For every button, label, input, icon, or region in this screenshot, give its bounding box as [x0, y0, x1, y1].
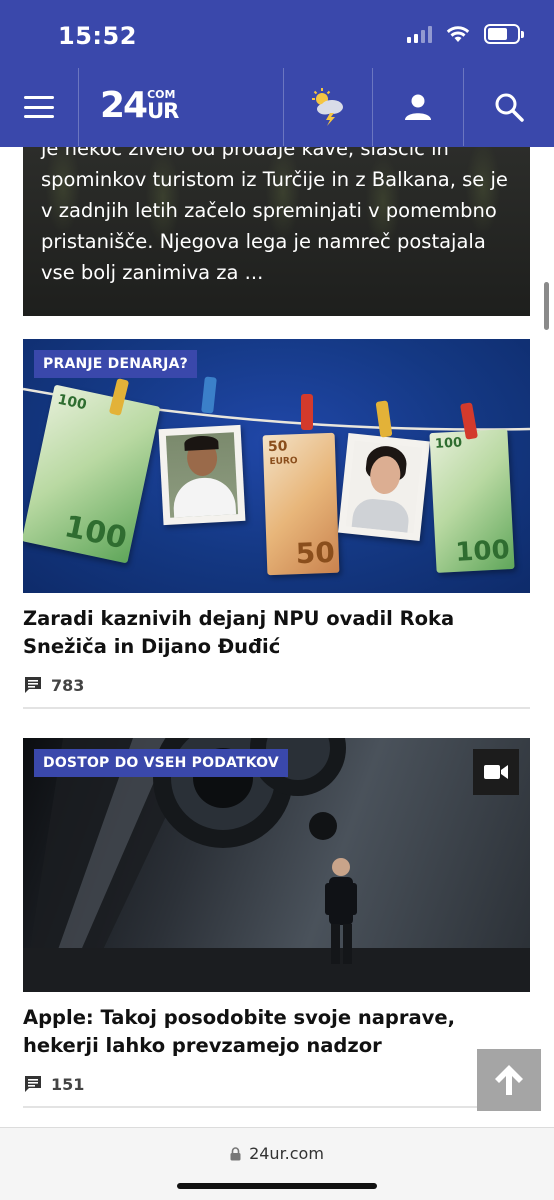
url-text: 24ur.com — [249, 1144, 324, 1163]
comment-count-value: 151 — [51, 1074, 85, 1094]
weather-icon — [312, 88, 343, 126]
article-title[interactable]: Apple: Takoj posodobite svoje naprave, h… — [23, 1004, 530, 1060]
status-time: 15:52 — [58, 22, 137, 50]
search-icon — [495, 93, 524, 122]
arrow-up-icon — [495, 1065, 523, 1095]
hero-article-snippet[interactable]: je nekoč živelo od prodaje kave, slaščic… — [23, 147, 530, 316]
battery-icon — [484, 24, 524, 44]
clothespin — [301, 394, 313, 430]
logo-ur: UR — [147, 99, 179, 123]
main-nav: 24 COM UR — [0, 68, 554, 146]
article-divider — [23, 707, 530, 709]
lock-icon — [230, 1146, 241, 1160]
video-camera-icon — [484, 765, 508, 779]
search-button[interactable] — [464, 68, 554, 146]
address-bar[interactable]: 24ur.com — [0, 1144, 554, 1163]
back-to-top-button[interactable] — [477, 1049, 541, 1111]
browser-bottom-bar: 24ur.com — [0, 1127, 554, 1200]
banknote-50: 50 EURO 50 — [262, 432, 340, 576]
article-title[interactable]: Zaradi kaznivih dejanj NPU ovadil Roka S… — [23, 605, 530, 661]
photo-woman — [337, 432, 431, 542]
banknote-100: 100 100 — [429, 429, 515, 573]
top-bar: 15:52 24 COM UR — [0, 0, 554, 147]
comment-icon — [25, 677, 41, 693]
weather-button[interactable] — [284, 68, 372, 146]
comment-count[interactable]: 151 — [23, 1074, 530, 1094]
article-tag[interactable]: DOSTOP DO VSEH PODATKOV — [34, 749, 288, 777]
status-icons — [407, 24, 524, 44]
user-button[interactable] — [373, 68, 463, 146]
article-card[interactable]: DOSTOP DO VSEH PODATKOV Apple: Takoj pos… — [23, 738, 530, 1108]
signal-icon — [407, 25, 432, 43]
article-image[interactable]: DOSTOP DO VSEH PODATKOV — [23, 738, 530, 992]
wifi-icon — [446, 26, 470, 42]
user-icon — [405, 94, 431, 120]
article-divider — [23, 1106, 530, 1108]
article-image[interactable]: 100 100 50 EURO 50 100 100 PRANJE DENARJ… — [23, 339, 530, 593]
comment-count-value: 783 — [51, 675, 85, 695]
photo-man — [158, 424, 246, 526]
article-feed: je nekoč živelo od prodaje kave, slaščic… — [0, 147, 554, 1127]
scrollbar[interactable] — [544, 282, 549, 330]
video-badge — [473, 749, 519, 795]
logo-number: 24 — [100, 85, 148, 126]
nav-divider — [78, 68, 79, 146]
hero-excerpt: je nekoč živelo od prodaje kave, slaščic… — [41, 147, 508, 284]
comment-count[interactable]: 783 — [23, 675, 530, 695]
site-logo[interactable]: 24 COM UR — [100, 85, 179, 128]
article-card[interactable]: 100 100 50 EURO 50 100 100 PRANJE DENARJ… — [23, 339, 530, 709]
menu-button[interactable] — [24, 96, 54, 118]
home-indicator[interactable] — [177, 1183, 377, 1189]
comment-icon — [25, 1076, 41, 1092]
article-tag[interactable]: PRANJE DENARJA? — [34, 350, 197, 378]
